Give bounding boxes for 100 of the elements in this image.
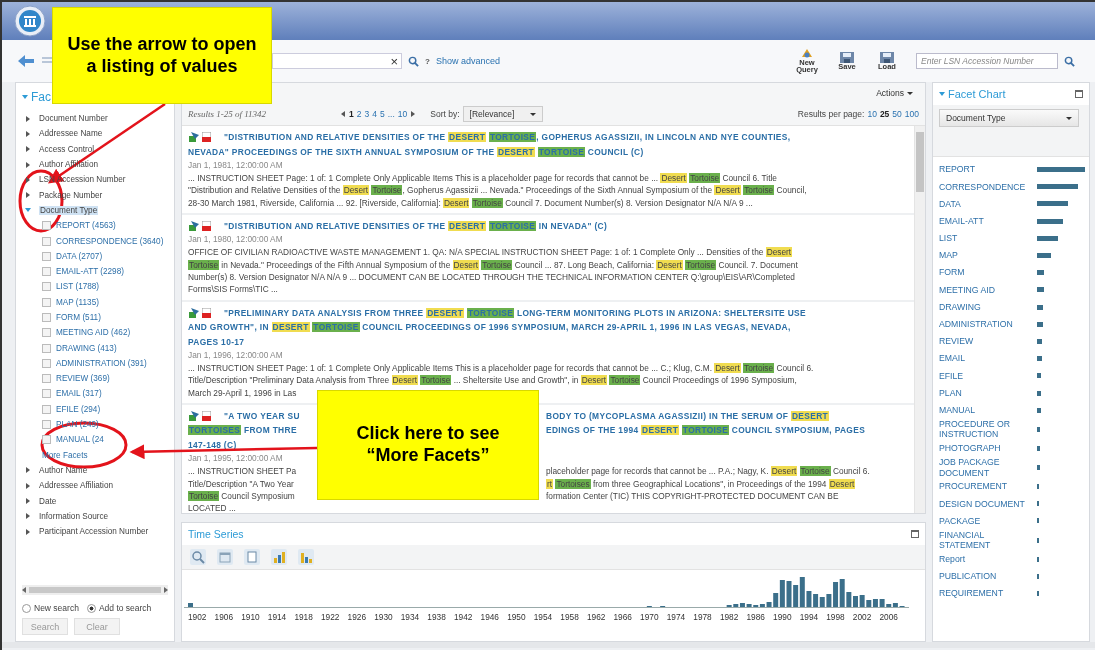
pdf-icon[interactable] (202, 132, 211, 142)
chart-category-link[interactable]: CORRESPONDENCE (939, 181, 1037, 193)
map-icon[interactable] (189, 410, 199, 421)
facet-value-link[interactable]: EMAIL (317) (56, 389, 102, 399)
bar-chart-icon[interactable] (271, 549, 287, 565)
facet-item[interactable]: Information Source (39, 511, 109, 521)
collapsed-arrow-icon[interactable] (25, 192, 31, 199)
page-link[interactable]: 4 (372, 109, 377, 119)
collapse-arrow-icon[interactable] (939, 91, 945, 97)
checkbox[interactable] (42, 313, 51, 322)
chart-category-link[interactable]: ADMINISTRATION (939, 319, 1037, 330)
collapsed-arrow-icon[interactable] (25, 528, 31, 535)
chart-category-link[interactable]: MEETING AID (939, 284, 1037, 296)
map-icon[interactable] (189, 132, 199, 142)
pdf-icon[interactable] (202, 307, 211, 318)
chart-category-link[interactable]: EMAIL-ATT (939, 215, 1037, 227)
facet-value-link[interactable]: MEETING AID (462) (56, 328, 131, 338)
collapsed-arrow-icon[interactable] (25, 130, 31, 137)
page-link[interactable]: 10 (397, 109, 408, 119)
facet-value-link[interactable]: EFILE (294) (56, 404, 101, 414)
chart-category-link[interactable]: REPORT (939, 164, 1037, 175)
checkbox[interactable] (42, 358, 51, 368)
facet-item[interactable]: Author Name (39, 465, 88, 475)
chart-category-link[interactable]: FINANCIAL STATEMENT (939, 529, 1037, 551)
per-page-link[interactable]: 25 (879, 109, 890, 119)
stacked-chart-icon[interactable] (298, 549, 314, 565)
facet-value-link[interactable]: MAP (1135) (56, 297, 99, 307)
page-link[interactable]: 2 (356, 109, 362, 119)
checkbox[interactable] (42, 282, 51, 292)
collapsed-arrow-icon[interactable] (25, 513, 31, 520)
collapse-arrow-icon[interactable] (22, 94, 28, 100)
chart-category-link[interactable]: REVIEW (939, 336, 1037, 347)
search-icon[interactable] (1064, 55, 1075, 67)
checkbox[interactable] (42, 297, 51, 307)
facet-item[interactable]: Access Control (39, 144, 95, 154)
horizontal-scrollbar[interactable] (22, 585, 168, 595)
checkbox[interactable] (42, 435, 51, 445)
facet-dropdown[interactable]: Document Type (939, 109, 1079, 127)
next-page-icon[interactable] (410, 111, 416, 117)
facet-value-link[interactable]: REPORT (4563) (56, 221, 116, 231)
checkbox[interactable] (42, 374, 51, 384)
back-arrow-icon[interactable] (18, 55, 34, 67)
facet-value-link[interactable]: CORRESPONDENCE (3640) (56, 236, 164, 246)
expanded-arrow-icon[interactable] (25, 207, 31, 214)
search-icon[interactable] (408, 55, 419, 67)
minimize-icon[interactable] (1075, 90, 1083, 98)
facet-value-link[interactable]: ADMINISTRATION (391) (56, 358, 147, 368)
zoom-out-icon[interactable] (190, 549, 206, 565)
chart-category-link[interactable]: DRAWING (939, 301, 1037, 313)
vertical-scrollbar[interactable] (914, 126, 925, 513)
facet-value-link[interactable]: LIST (1788) (56, 282, 100, 292)
collapsed-arrow-icon[interactable] (25, 161, 31, 168)
facet-value-link[interactable]: MANUAL (24 (56, 435, 104, 445)
checkbox[interactable] (42, 389, 51, 399)
collapsed-arrow-icon[interactable] (25, 176, 31, 183)
previous-page-icon[interactable] (341, 111, 346, 117)
chart-category-link[interactable]: PACKAGE (939, 515, 1037, 527)
checkbox[interactable] (42, 328, 51, 338)
clear-button[interactable]: × (390, 54, 398, 68)
checkbox[interactable] (42, 404, 51, 414)
scroll-right-icon[interactable] (163, 587, 168, 593)
page-link[interactable]: ... (387, 109, 395, 119)
facet-item[interactable]: Date (39, 496, 57, 506)
chart-category-link[interactable]: PUBLICATION (939, 571, 1037, 582)
collapsed-arrow-icon[interactable] (25, 498, 31, 505)
chart-category-link[interactable]: EMAIL (939, 353, 1037, 364)
pdf-icon[interactable] (202, 220, 211, 231)
sort-dropdown[interactable]: [Relevance] (462, 106, 543, 122)
minimize-icon[interactable] (911, 530, 919, 538)
checkbox[interactable] (42, 267, 51, 277)
chart-category-link[interactable]: JOB PACKAGE DOCUMENT (939, 457, 1037, 478)
collapsed-arrow-icon[interactable] (25, 115, 31, 122)
checkbox[interactable] (42, 343, 51, 353)
map-icon[interactable] (189, 307, 199, 318)
chart-category-link[interactable]: FORM (939, 267, 1037, 278)
chart-category-link[interactable]: MAP (939, 250, 1037, 261)
checkbox[interactable] (42, 221, 51, 231)
collapsed-arrow-icon[interactable] (25, 467, 31, 474)
collapsed-arrow-icon[interactable] (25, 482, 31, 489)
show-advanced-link[interactable]: Show advanced (435, 56, 500, 66)
facet-item[interactable]: Document Type (39, 205, 99, 215)
lsn-accession-field[interactable]: Enter LSN Accession Number (916, 53, 1058, 69)
checkbox[interactable] (42, 251, 51, 261)
facet-value-link[interactable]: EMAIL-ATT (2298) (56, 267, 124, 277)
map-icon[interactable] (189, 220, 199, 231)
scroll-left-icon[interactable] (22, 587, 27, 593)
checkbox[interactable] (42, 420, 51, 430)
chart-category-link[interactable]: DATA (939, 198, 1037, 210)
per-page-link[interactable]: 100 (904, 109, 919, 119)
per-page-link[interactable]: 10 (867, 109, 877, 119)
facet-value-link[interactable]: DRAWING (413) (56, 343, 117, 353)
page-link[interactable]: 3 (364, 109, 370, 119)
result-title-link[interactable]: "DISTRIBUTION AND RELATIVE DENSITIES OF THE DESERT TORTOISE, GOPHERUS AGASSIZII, IN LINCOLN AND NYE COUNTIES, NEVADA" PROCEEDINGS OF THE SIXTH ANNUAL SYMPOSIUM OF THE DESERT TORTOISE COUNCIL (C) (188, 130, 910, 159)
help-icon[interactable]: ? (425, 56, 430, 66)
chart-category-link[interactable]: EFILE (939, 370, 1037, 382)
result-title-link[interactable]: "DISTRIBUTION AND RELATIVE DENSITIES OF THE DESERT TORTOISE IN NEVADA" (C) (188, 218, 910, 234)
facet-value-link[interactable]: REVIEW (369) (56, 374, 110, 384)
page-link[interactable]: 1 (349, 109, 354, 119)
chart-category-link[interactable]: REQUIREMENT (939, 588, 1037, 599)
chart-category-link[interactable]: PROCUREMENT (939, 481, 1037, 492)
